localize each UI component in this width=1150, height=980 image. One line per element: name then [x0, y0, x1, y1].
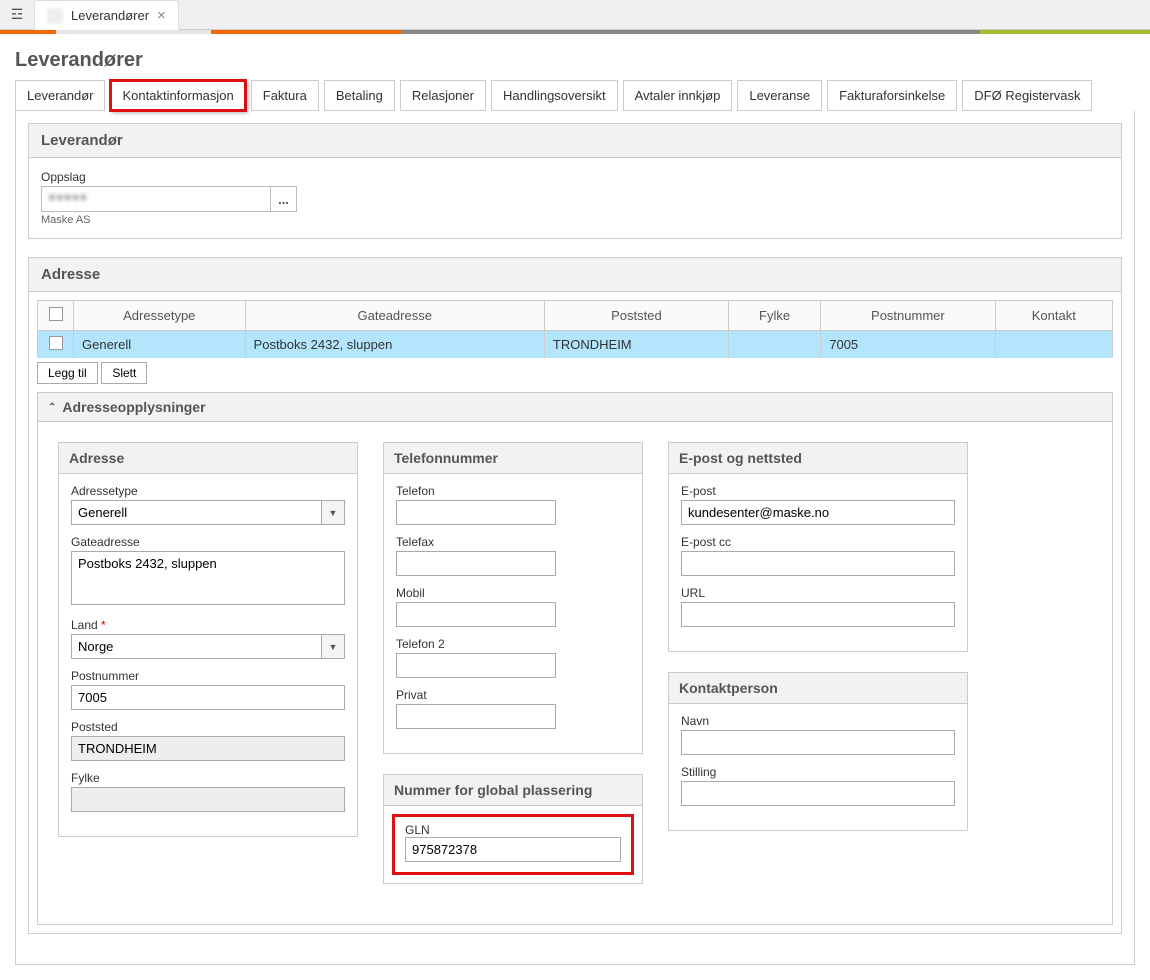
close-icon[interactable]: ×: [157, 7, 166, 24]
contact-box-title: Kontaktperson: [669, 673, 967, 704]
url-label: URL: [681, 586, 955, 600]
phone-box-title: Telefonnummer: [384, 443, 642, 474]
col-postnummer: Postnummer: [821, 301, 995, 331]
details-header[interactable]: ⌃ Adresseopplysninger: [38, 393, 1112, 422]
chevron-down-icon: ▼: [321, 634, 345, 659]
address-table: Adressetype Gateadresse Poststed Fylke P…: [37, 300, 1113, 358]
email-box-title: E-post og nettsted: [669, 443, 967, 474]
address-panel: Adresse Adressetype Gateadresse Poststed…: [28, 257, 1122, 934]
chevron-up-icon: ⌃: [48, 402, 56, 413]
postnummer-label: Postnummer: [71, 669, 345, 683]
delete-button[interactable]: Slett: [101, 362, 147, 384]
url-input[interactable]: [681, 602, 955, 627]
navn-input[interactable]: [681, 730, 955, 755]
telefon-label: Telefon: [396, 484, 630, 498]
app-menu-icon[interactable]: ☲: [0, 0, 34, 29]
tab-leverandor[interactable]: Leverandør: [15, 80, 105, 111]
telefax-label: Telefax: [396, 535, 630, 549]
privat-input[interactable]: [396, 704, 556, 729]
lookup-caption: Maske AS: [41, 214, 1109, 226]
col-poststed: Poststed: [544, 301, 728, 331]
telefon-input[interactable]: [396, 500, 556, 525]
lookup-input[interactable]: ●●●●●: [41, 186, 271, 212]
epostcc-input[interactable]: [681, 551, 955, 576]
epost-label: E-post: [681, 484, 955, 498]
mobil-label: Mobil: [396, 586, 630, 600]
tab-icon: [47, 8, 63, 24]
telefon2-input[interactable]: [396, 653, 556, 678]
telefon2-label: Telefon 2: [396, 637, 630, 651]
tab-leveranse[interactable]: Leveranse: [737, 80, 822, 111]
stilling-label: Stilling: [681, 765, 955, 779]
epostcc-label: E-post cc: [681, 535, 955, 549]
poststed-label: Poststed: [71, 720, 345, 734]
email-box: E-post og nettsted E-post E-post cc URL: [668, 442, 968, 652]
tab-handlingsoversikt[interactable]: Handlingsoversikt: [491, 80, 618, 111]
tab-relasjoner[interactable]: Relasjoner: [400, 80, 486, 111]
epost-input[interactable]: [681, 500, 955, 525]
land-label: Land: [71, 618, 345, 632]
tab-betaling[interactable]: Betaling: [324, 80, 395, 111]
address-box-title: Adresse: [59, 443, 357, 474]
navn-label: Navn: [681, 714, 955, 728]
gln-box: Nummer for global plassering GLN: [383, 774, 643, 884]
land-select[interactable]: ▼: [71, 634, 345, 659]
tab-registervask[interactable]: DFØ Registervask: [962, 80, 1092, 111]
tab-avtaler[interactable]: Avtaler innkjøp: [623, 80, 733, 111]
page-title: Leverandører: [15, 49, 1135, 72]
supplier-panel: Leverandør Oppslag ●●●●● ... Maske AS: [28, 123, 1122, 239]
mobil-input[interactable]: [396, 602, 556, 627]
telefax-input[interactable]: [396, 551, 556, 576]
supplier-panel-title: Leverandør: [29, 124, 1121, 158]
col-adressetype: Adressetype: [74, 301, 246, 331]
gateadresse-input[interactable]: Postboks 2432, sluppen: [71, 551, 345, 605]
lookup-button[interactable]: ...: [271, 186, 297, 212]
gln-input[interactable]: [405, 837, 621, 862]
address-panel-title: Adresse: [29, 258, 1121, 292]
adressetype-label: Adressetype: [71, 484, 345, 498]
gln-label: GLN: [405, 823, 621, 837]
table-row[interactable]: Generell Postboks 2432, sluppen TRONDHEI…: [38, 331, 1113, 359]
gln-box-title: Nummer for global plassering: [384, 775, 642, 806]
gateadresse-label: Gateadresse: [71, 535, 345, 549]
row-checkbox[interactable]: [49, 336, 63, 350]
fylke-label: Fylke: [71, 771, 345, 785]
add-button[interactable]: Legg til: [37, 362, 98, 384]
adressetype-select[interactable]: ▼: [71, 500, 345, 525]
tab-row: Leverandør Kontaktinformasjon Faktura Be…: [15, 80, 1135, 111]
select-all-checkbox[interactable]: [49, 307, 63, 321]
poststed-input[interactable]: [71, 736, 345, 761]
col-kontakt: Kontakt: [995, 301, 1112, 331]
fylke-input[interactable]: [71, 787, 345, 812]
privat-label: Privat: [396, 688, 630, 702]
lookup-label: Oppslag: [41, 170, 1109, 184]
chevron-down-icon: ▼: [321, 500, 345, 525]
postnummer-input[interactable]: [71, 685, 345, 710]
phone-box: Telefonnummer Telefon Telefax Mobil Tele…: [383, 442, 643, 754]
app-tab-label: Leverandører: [71, 8, 149, 23]
tab-fakturaforsinkelse[interactable]: Fakturaforsinkelse: [827, 80, 957, 111]
tab-faktura[interactable]: Faktura: [251, 80, 319, 111]
app-tab-suppliers[interactable]: Leverandører ×: [34, 0, 179, 30]
address-box: Adresse Adressetype ▼ Gateadresse: [58, 442, 358, 837]
stilling-input[interactable]: [681, 781, 955, 806]
contact-box: Kontaktperson Navn Stilling: [668, 672, 968, 831]
col-fylke: Fylke: [728, 301, 820, 331]
tab-kontaktinformasjon[interactable]: Kontaktinformasjon: [110, 80, 245, 111]
col-gateadresse: Gateadresse: [245, 301, 544, 331]
